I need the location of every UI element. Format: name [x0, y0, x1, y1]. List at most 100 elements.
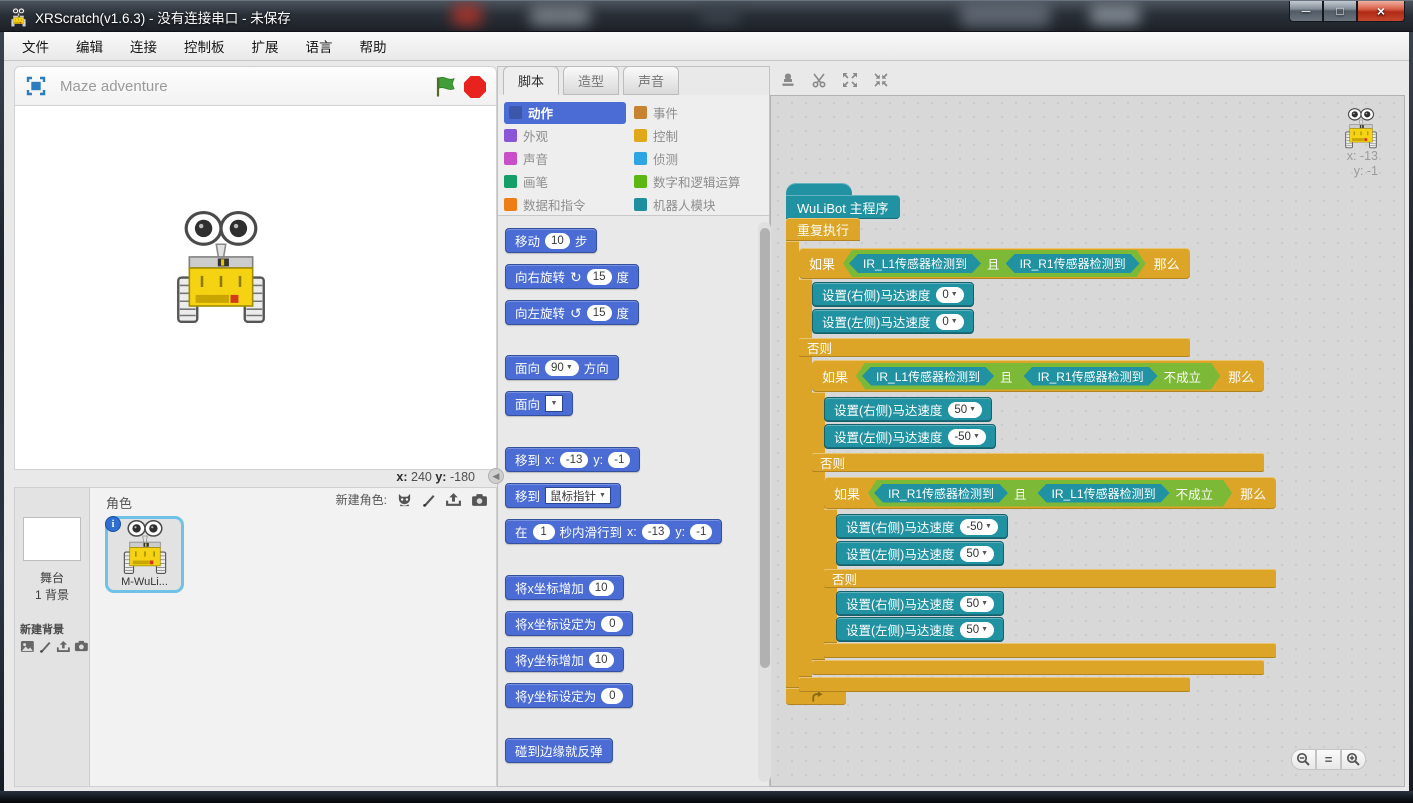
- script-canvas[interactable]: x: -13 y: -1 WuLiBot 主程序 重复执行 如果 IR_L1传感…: [770, 95, 1405, 787]
- if-else-block-1[interactable]: 如果 IR_L1传感器检测到 且 IR_R1传感器检测到 那么 否则: [799, 248, 1190, 279]
- number-input[interactable]: 10: [589, 652, 614, 668]
- upload-backdrop-icon[interactable]: [56, 640, 71, 653]
- and-operator[interactable]: IR_L1传感器检测到 且 IR_R1传感器检测到 不成立: [856, 363, 1220, 390]
- paint-backdrop-icon[interactable]: [39, 640, 52, 653]
- menu-extensions[interactable]: 扩展: [252, 36, 279, 56]
- forever-spine[interactable]: [786, 241, 799, 688]
- set-right-motor-neg50[interactable]: 设置(右侧)马达速度 -50▼: [836, 514, 1008, 539]
- number-input[interactable]: 15: [587, 305, 612, 321]
- speed-dropdown[interactable]: 50▼: [960, 622, 994, 638]
- block-change-x[interactable]: 将x坐标增加 10: [505, 575, 624, 600]
- speed-dropdown[interactable]: -50▼: [948, 429, 986, 445]
- stage-selector[interactable]: 舞台 1 背景 新建背景: [15, 488, 90, 786]
- menu-language[interactable]: 语言: [306, 36, 333, 56]
- sensor-ir-l1[interactable]: IR_L1传感器检测到: [862, 367, 994, 386]
- block-goto-xy[interactable]: 移到 x: -13 y: -1: [505, 447, 640, 472]
- block-glide[interactable]: 在 1 秒内滑行到 x: -13 y: -1: [505, 519, 722, 544]
- target-dropdown[interactable]: ▼: [545, 395, 563, 412]
- sprite-thumbnail-card[interactable]: i M-WuLi...: [105, 516, 184, 593]
- shrink-icon[interactable]: [871, 70, 891, 90]
- robot-sprite[interactable]: [173, 211, 269, 325]
- backdrop-library-icon[interactable]: [20, 640, 35, 653]
- category-events[interactable]: 事件: [634, 102, 741, 124]
- set-right-motor-50[interactable]: 设置(右侧)马达速度 50▼: [824, 397, 992, 422]
- if-header-2[interactable]: 如果 IR_L1传感器检测到 且 IR_R1传感器检测到 不成立 那么: [812, 360, 1264, 392]
- fullscreen-icon[interactable]: [24, 75, 48, 97]
- collapse-arrow-icon[interactable]: ◀: [488, 468, 504, 484]
- stop-icon[interactable]: [464, 76, 486, 98]
- speed-dropdown[interactable]: 50▼: [948, 402, 982, 418]
- goto-target-dropdown[interactable]: 鼠标指针▼: [545, 487, 611, 504]
- x-input[interactable]: -13: [642, 524, 671, 540]
- block-point-towards[interactable]: 面向 ▼: [505, 391, 573, 416]
- sensor-ir-r1[interactable]: IR_R1传感器检测到: [1006, 254, 1140, 273]
- block-move-steps[interactable]: 移动 10 步: [505, 228, 597, 253]
- speed-dropdown[interactable]: 0▼: [936, 287, 963, 303]
- block-bounce[interactable]: 碰到边缘就反弹: [505, 738, 613, 763]
- category-control[interactable]: 控制: [634, 125, 741, 147]
- if-header-3[interactable]: 如果 IR_R1传感器检测到 且 IR_L1传感器检测到 不成立 那么: [824, 477, 1276, 509]
- speed-dropdown[interactable]: 50▼: [960, 546, 994, 562]
- not-operator[interactable]: IR_L1传感器检测到 不成立: [1033, 482, 1227, 505]
- scrollbar-thumb[interactable]: [760, 228, 770, 668]
- if-header-1[interactable]: 如果 IR_L1传感器检测到 且 IR_R1传感器检测到 那么: [799, 248, 1190, 279]
- menu-board[interactable]: 控制板: [184, 36, 225, 56]
- stage-thumbnail[interactable]: [23, 517, 81, 561]
- and-operator[interactable]: IR_L1传感器检测到 且 IR_R1传感器检测到: [843, 250, 1146, 277]
- upload-sprite-icon[interactable]: [445, 492, 462, 507]
- block-goto-mouse[interactable]: 移到 鼠标指针▼: [505, 483, 621, 508]
- set-left-motor-neg50[interactable]: 设置(左侧)马达速度 -50▼: [824, 424, 996, 449]
- number-input[interactable]: 10: [545, 233, 570, 249]
- info-icon[interactable]: i: [105, 516, 121, 532]
- number-input[interactable]: 10: [589, 580, 614, 596]
- category-operators[interactable]: 数字和逻辑运算: [634, 170, 741, 192]
- if-bottom-2[interactable]: [812, 660, 1264, 675]
- number-input[interactable]: 15: [587, 269, 612, 285]
- menu-help[interactable]: 帮助: [360, 36, 387, 56]
- if-else-block-3[interactable]: 如果 IR_R1传感器检测到 且 IR_L1传感器检测到 不成立 那么 否则: [824, 477, 1276, 509]
- maximize-button[interactable]: □: [1323, 1, 1357, 22]
- speed-dropdown[interactable]: 0▼: [936, 314, 963, 330]
- camera-backdrop-icon[interactable]: [74, 640, 89, 652]
- menu-file[interactable]: 文件: [22, 36, 49, 56]
- menu-edit[interactable]: 编辑: [76, 36, 103, 56]
- sensor-ir-r1[interactable]: IR_R1传感器检测到: [874, 484, 1008, 503]
- number-input[interactable]: 0: [601, 616, 623, 632]
- hat-block-main-program[interactable]: WuLiBot 主程序: [786, 195, 900, 219]
- speed-dropdown[interactable]: 50▼: [960, 596, 994, 612]
- zoom-in-icon[interactable]: [1341, 749, 1366, 770]
- camera-sprite-icon[interactable]: [471, 493, 488, 507]
- grow-icon[interactable]: [840, 70, 860, 90]
- block-point-direction[interactable]: 面向 90▼ 方向: [505, 355, 619, 380]
- category-data[interactable]: 数据和指令: [504, 193, 634, 215]
- tab-sounds[interactable]: 声音: [623, 66, 679, 95]
- block-change-y[interactable]: 将y坐标增加 10: [505, 647, 624, 672]
- menu-connect[interactable]: 连接: [130, 36, 157, 56]
- block-set-y[interactable]: 将y坐标设定为 0: [505, 683, 633, 708]
- block-turn-right[interactable]: 向右旋转 ↻ 15 度: [505, 264, 639, 289]
- category-robot[interactable]: 机器人模块: [634, 193, 741, 215]
- sensor-ir-l1[interactable]: IR_L1传感器检测到: [1038, 484, 1170, 503]
- zoom-out-icon[interactable]: [1291, 749, 1316, 770]
- category-motion[interactable]: 动作: [504, 102, 626, 124]
- sensor-ir-l1[interactable]: IR_L1传感器检测到: [849, 254, 981, 273]
- zoom-reset-button[interactable]: =: [1316, 749, 1341, 770]
- number-input[interactable]: 0: [601, 688, 623, 704]
- sprite-library-icon[interactable]: [396, 492, 413, 507]
- set-right-motor-50-else[interactable]: 设置(右侧)马达速度 50▼: [836, 591, 1004, 616]
- set-left-motor-50[interactable]: 设置(左侧)马达速度 50▼: [836, 541, 1004, 566]
- stage-canvas[interactable]: [14, 106, 497, 470]
- direction-dropdown[interactable]: 90▼: [545, 360, 579, 376]
- forever-block-label[interactable]: 重复执行: [786, 218, 860, 241]
- not-operator[interactable]: IR_R1传感器检测到 不成立: [1019, 365, 1215, 388]
- paint-sprite-icon[interactable]: [422, 493, 436, 507]
- else-bar-3[interactable]: 否则: [824, 569, 1276, 588]
- tab-costumes[interactable]: 造型: [563, 66, 619, 95]
- else-bar-1[interactable]: 否则: [799, 338, 1190, 357]
- secs-input[interactable]: 1: [533, 524, 555, 540]
- palette-scrollbar[interactable]: [758, 222, 771, 782]
- speed-dropdown[interactable]: -50▼: [960, 519, 998, 535]
- block-turn-left[interactable]: 向左旋转 ↺ 15 度: [505, 300, 639, 325]
- minimize-button[interactable]: ─: [1289, 1, 1323, 22]
- if-bottom-1[interactable]: [799, 677, 1190, 692]
